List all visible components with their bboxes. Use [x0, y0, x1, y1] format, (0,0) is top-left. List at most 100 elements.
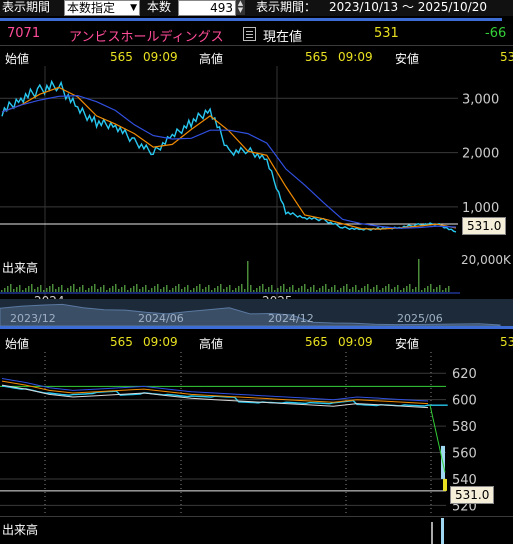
- volume-bar: [400, 290, 402, 292]
- navigator-label-2025-06: 2025/06: [397, 312, 443, 325]
- count-stepper[interactable]: ▲ ▼: [236, 0, 245, 15]
- volume-bar: [103, 285, 105, 292]
- period-mode-select[interactable]: 本数指定 ▼: [64, 0, 140, 16]
- volume-bar: [88, 288, 90, 292]
- volume-bar: [172, 288, 174, 292]
- volume-bar: [157, 284, 159, 292]
- volume-bar: [199, 284, 201, 292]
- volume-bar: [139, 289, 141, 292]
- range-navigator[interactable]: 2023/12 2024/06 2024/12 2025/06: [0, 299, 513, 327]
- lower-open-label: 始値: [5, 337, 30, 351]
- range-label: 表示期間：: [256, 0, 317, 14]
- low-value: 53: [500, 50, 513, 64]
- volume-bar: [448, 286, 450, 292]
- volume-bar: [208, 285, 210, 292]
- volume-bar: [196, 286, 198, 292]
- lower-open-time: 09:09: [143, 335, 178, 349]
- volume-bar: [379, 290, 381, 292]
- period-label: 表示期間: [2, 0, 51, 14]
- y-tick-label: 560: [452, 447, 477, 462]
- volume-bar: [370, 289, 372, 292]
- volume-bar: [289, 287, 291, 292]
- volume-bar: [310, 287, 312, 292]
- volume-bar: [403, 288, 405, 292]
- moving-average-short: [1, 86, 457, 230]
- volume-bar: [187, 285, 189, 292]
- price-chart-lower[interactable]: 520540560580600620: [0, 352, 513, 517]
- y-tick-label: 1,000: [462, 201, 499, 216]
- volume-bar: [241, 284, 243, 292]
- navigator-label-2023-12: 2023/12: [10, 312, 56, 325]
- volume-bar: [442, 290, 444, 292]
- volume-bar: [10, 284, 12, 292]
- volume-bar: [22, 290, 24, 292]
- volume-bar: [79, 287, 81, 292]
- price-change: -66: [485, 26, 507, 41]
- volume-bar: [193, 288, 195, 292]
- volume-chart-lower: [431, 518, 444, 544]
- volume-bar: [175, 286, 177, 292]
- volume-bar: [295, 290, 297, 292]
- volume-bar: [331, 287, 333, 292]
- count-input[interactable]: 493: [178, 0, 236, 16]
- volume-bar: [304, 284, 306, 292]
- volume-bar: [337, 290, 339, 292]
- volume-bar: [190, 290, 192, 292]
- volume-bar: [220, 284, 222, 292]
- volume-bar: [355, 285, 357, 292]
- volume-bar: [436, 287, 438, 292]
- volume-bar: [28, 286, 30, 292]
- volume-bar: [1, 290, 3, 292]
- volume-bar: [445, 288, 447, 292]
- volume-bar: [37, 287, 39, 292]
- volume-axis-label: 20,000K: [461, 253, 511, 267]
- open-value: 565: [110, 50, 133, 64]
- volume-bar: [301, 286, 303, 292]
- volume-bar: [31, 284, 33, 292]
- volume-bar: [259, 286, 261, 292]
- volume-bar: [166, 285, 168, 292]
- volume-bar: [247, 261, 249, 292]
- volume-chart-upper: [0, 259, 460, 294]
- y-tick-label: 600: [452, 394, 477, 409]
- current-price-value: 531: [374, 26, 399, 41]
- volume-bar: [415, 287, 417, 292]
- volume-bar: [376, 285, 378, 292]
- volume-bar: [343, 286, 345, 292]
- arrow-down-icon[interactable]: ▼: [236, 7, 245, 14]
- volume-bar: [322, 286, 324, 292]
- volume-bar: [118, 289, 120, 292]
- candle-last: [443, 478, 447, 491]
- volume-bar: [73, 284, 75, 292]
- volume-bar: [292, 285, 294, 292]
- volume-bar: [112, 286, 114, 292]
- volume-bar: [52, 284, 54, 292]
- document-icon[interactable]: [243, 27, 256, 41]
- volume-bar: [211, 290, 213, 292]
- volume-bar: [100, 287, 102, 292]
- moving-average-long: [1, 378, 429, 402]
- volume-bar: [64, 290, 66, 292]
- volume-bar: [334, 285, 336, 292]
- high-label: 高値: [199, 52, 224, 66]
- volume-bar: [70, 286, 72, 292]
- volume-bar: [328, 289, 330, 292]
- volume-bar: [19, 285, 21, 292]
- y-tick-label: 580: [452, 420, 477, 435]
- volume-bar: [394, 287, 396, 292]
- y-tick-label: 3,000: [462, 92, 499, 107]
- volume-bar: [421, 290, 423, 292]
- volume-bar: [346, 284, 348, 292]
- volume-bar: [430, 284, 432, 292]
- volume-bar: [7, 286, 9, 292]
- upper-series: [1, 79, 457, 233]
- volume-bar: [349, 289, 351, 292]
- volume-bar: [307, 289, 309, 292]
- volume-bar: [160, 289, 162, 292]
- high-value: 565: [305, 50, 328, 64]
- volume-bar: [418, 259, 420, 292]
- volume-bar: [85, 290, 87, 292]
- volume-bar: [181, 289, 183, 292]
- volume-bar: [61, 285, 63, 292]
- volume-bar: [106, 290, 108, 292]
